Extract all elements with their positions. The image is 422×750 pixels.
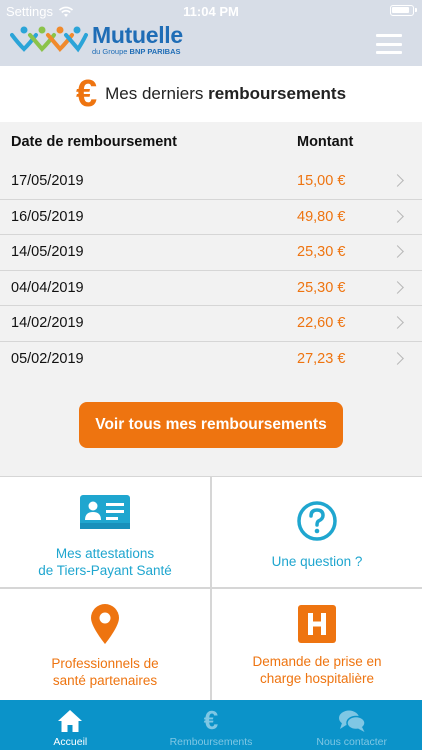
chat-icon — [338, 710, 366, 732]
logo-sub-brand: BNP PARIBAS — [129, 47, 181, 56]
row-date: 14/05/2019 — [11, 244, 84, 260]
tile-hospitalisation[interactable]: Demande de prise en charge hospitalière — [212, 589, 422, 700]
chevron-right-icon — [391, 209, 404, 223]
battery-icon — [390, 5, 417, 16]
column-header-amount: Montant — [297, 134, 354, 150]
row-amount: 25,30 € — [297, 279, 346, 296]
row-date: 14/02/2019 — [11, 315, 84, 331]
row-amount: 49,80 € — [297, 208, 346, 225]
section-header: € Mes derniers remboursements — [0, 66, 422, 122]
logo-sub-prefix: du Groupe — [92, 47, 130, 56]
column-header-date: Date de remboursement — [11, 134, 177, 150]
chevron-right-icon — [391, 351, 404, 365]
app-header: Settings 11:04 PM Mutuelle du Groupe BNP… — [0, 0, 422, 66]
shortcut-grid: Mes attestations de Tiers-Payant Santé U… — [0, 476, 422, 700]
row-amount: 25,30 € — [297, 244, 346, 260]
view-all-reimbursements-button[interactable]: Voir tous mes remboursements — [79, 402, 343, 448]
table-row[interactable]: 05/02/2019 27,23 € — [0, 342, 422, 378]
table-row[interactable]: 04/04/2019 25,30 € — [0, 271, 422, 306]
id-card-icon — [80, 495, 130, 529]
chevron-right-icon — [391, 280, 404, 294]
section-title: Mes derniers remboursements — [105, 84, 346, 104]
menu-line — [376, 34, 402, 37]
chevron-right-icon — [391, 174, 404, 187]
question-icon — [297, 501, 337, 541]
table-row[interactable]: 14/05/2019 25,30 € — [0, 235, 422, 271]
tile-attestations[interactable]: Mes attestations de Tiers-Payant Santé — [0, 477, 210, 587]
section-title-bold: remboursements — [208, 84, 347, 103]
menu-line — [376, 42, 402, 46]
status-time: 11:04 PM — [183, 4, 239, 19]
euro-icon: € — [75, 73, 98, 115]
chevron-right-icon — [391, 316, 404, 329]
table-row[interactable]: 14/02/2019 22,60 € — [0, 306, 422, 342]
tile-hospitalisation-label: Demande de prise en charge hospitalière — [252, 654, 382, 687]
hamburger-menu-button[interactable] — [376, 34, 402, 54]
tile-professionnels-label: Professionnels de santé partenaires — [51, 656, 159, 689]
app-logo[interactable]: Mutuelle du Groupe BNP PARIBAS — [10, 24, 183, 56]
hospital-icon — [298, 605, 336, 643]
logo-name: Mutuelle — [92, 22, 183, 48]
status-bar: Settings 11:04 PM — [0, 0, 422, 22]
row-date: 16/05/2019 — [11, 208, 84, 225]
row-date: 05/02/2019 — [11, 350, 84, 367]
table-row[interactable]: 17/05/2019 15,00 € — [0, 164, 422, 200]
tile-professionnels[interactable]: Professionnels de santé partenaires — [0, 589, 210, 700]
tab-remboursements-label: Remboursements — [169, 736, 253, 748]
tab-remboursements[interactable]: € Remboursements — [141, 700, 282, 750]
map-pin-icon — [90, 603, 120, 645]
tab-accueil-label: Accueil — [53, 736, 88, 748]
euro-icon: € — [203, 705, 219, 735]
row-amount: 22,60 € — [297, 315, 346, 331]
row-date: 04/04/2019 — [11, 279, 84, 296]
row-amount: 15,00 € — [297, 173, 346, 189]
people-logo-icon — [10, 26, 88, 53]
table-header: Date de remboursement Montant — [0, 122, 422, 164]
chevron-right-icon — [391, 245, 404, 258]
table-row[interactable]: 16/05/2019 49,80 € — [0, 200, 422, 235]
home-icon — [58, 710, 83, 732]
tile-question[interactable]: Une question ? — [212, 477, 422, 587]
bottom-tab-bar: Accueil € Remboursements Nous contacter — [0, 700, 422, 750]
section-title-prefix: Mes derniers — [105, 84, 209, 103]
row-amount: 27,23 € — [297, 350, 346, 367]
row-date: 17/05/2019 — [11, 173, 84, 189]
logo-text: Mutuelle du Groupe BNP PARIBAS — [92, 24, 183, 56]
tile-question-label: Une question ? — [271, 554, 363, 569]
tile-attestations-label: Mes attestations de Tiers-Payant Santé — [38, 546, 172, 579]
logo-subtitle: du Groupe BNP PARIBAS — [92, 48, 183, 56]
tab-accueil[interactable]: Accueil — [0, 700, 141, 750]
tab-nous-contacter-label: Nous contacter — [316, 736, 387, 748]
tab-nous-contacter[interactable]: Nous contacter — [281, 700, 422, 750]
menu-line — [376, 51, 402, 54]
reimbursements-table: Date de remboursement Montant 17/05/2019… — [0, 122, 422, 377]
